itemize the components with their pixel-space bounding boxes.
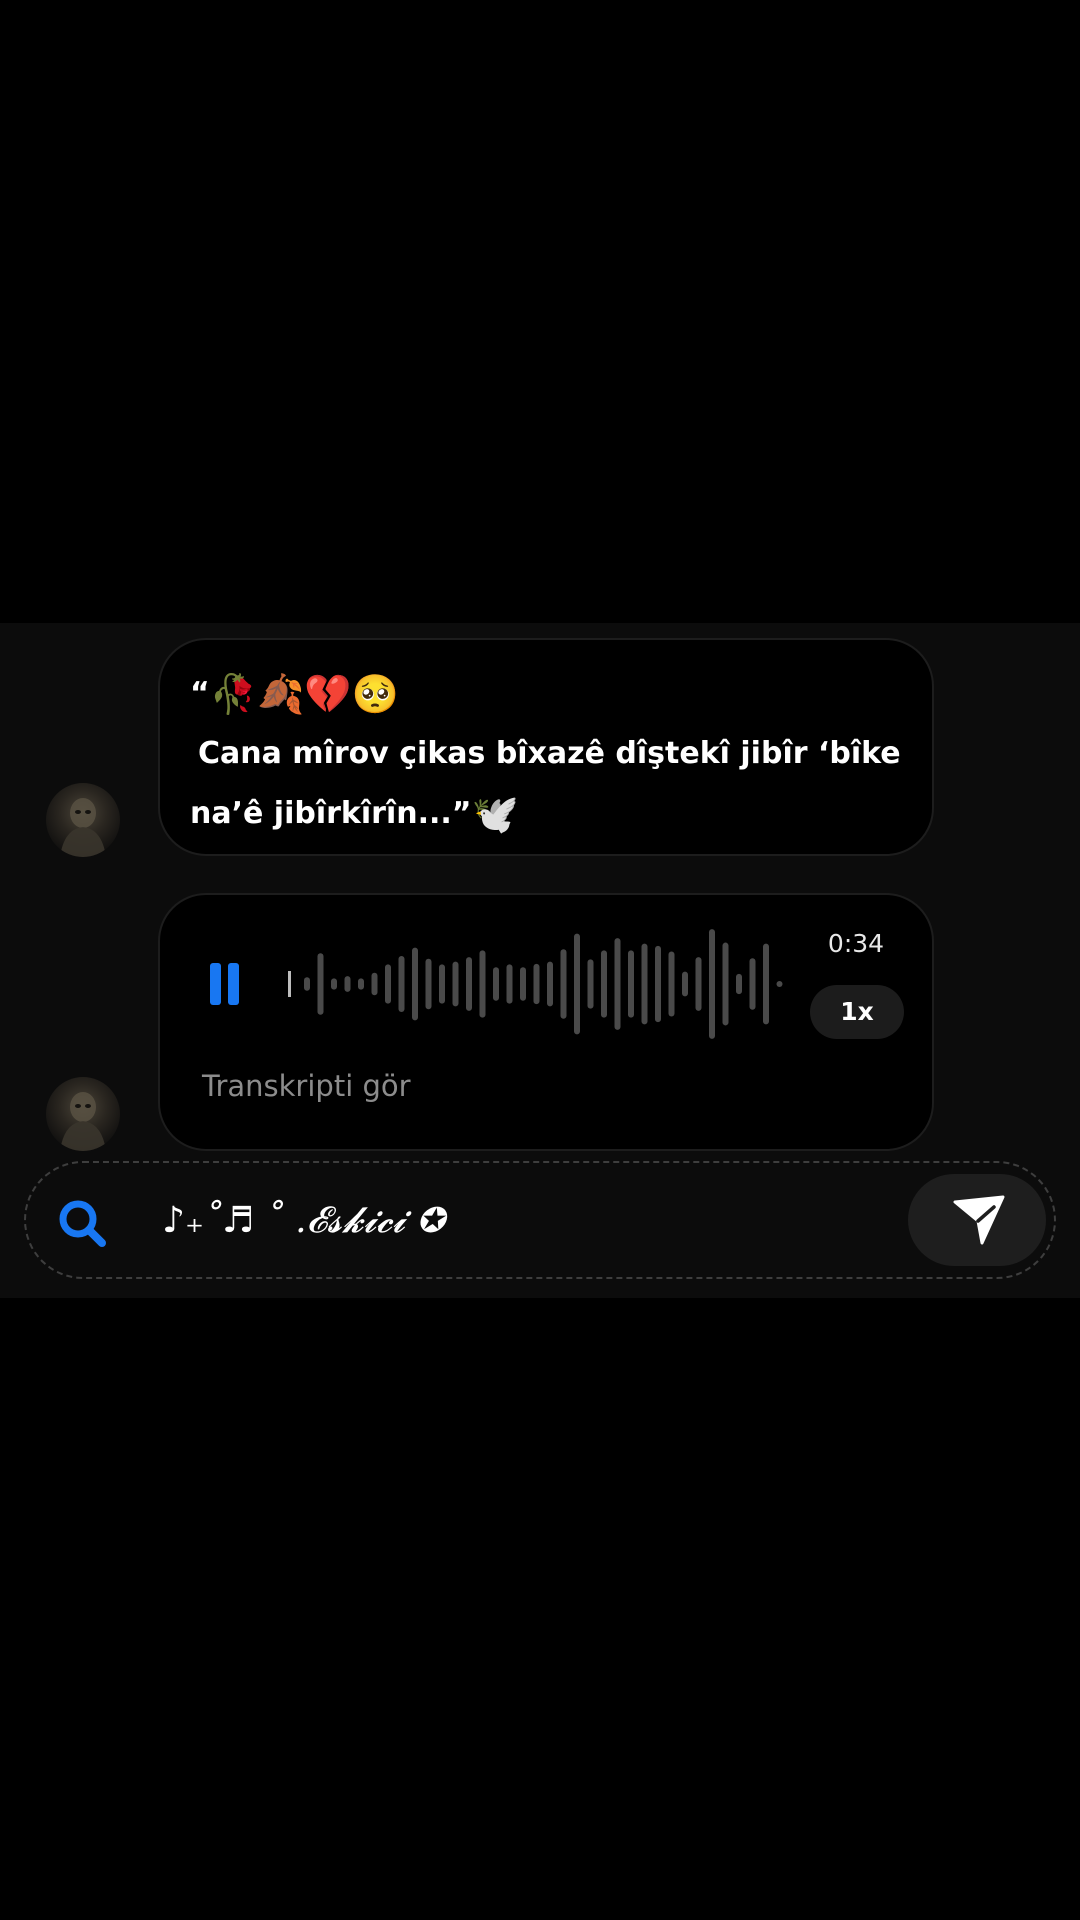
- waveform-bar: [425, 958, 432, 1010]
- waveform-bar: [709, 929, 715, 1039]
- waveform-bar: [614, 938, 621, 1030]
- voice-message-bubble: 0:34 1x Transkripti gör: [158, 893, 934, 1151]
- pause-icon: [210, 963, 221, 1005]
- waveform-bar: [412, 947, 418, 1021]
- waveform-bar: [547, 961, 553, 1007]
- waveform-bar: [776, 981, 783, 987]
- recipient-name: ♪₊˚♬ ˚ .𝓔𝓼𝓴𝓲𝓬𝓲 ✪: [162, 1200, 445, 1241]
- message-line-1: “🥀🍂💔🥺: [190, 664, 902, 724]
- pause-button[interactable]: [208, 959, 244, 1009]
- waveform-bar: [371, 972, 378, 996]
- dove-emoji: 🕊️: [471, 792, 519, 836]
- message-composer: ♪₊˚♬ ˚ .𝓔𝓼𝓴𝓲𝓬𝓲 ✪: [24, 1161, 1056, 1279]
- waveform-bar: [749, 958, 756, 1010]
- waveform-bar: [533, 963, 540, 1005]
- send-icon: [953, 1195, 1005, 1245]
- message-line-3-text: na’ê jibîrkîrîn...”: [190, 796, 472, 831]
- text-message-bubble[interactable]: “🥀🍂💔🥺 Cana mîrov çikas bîxazê dîştekî ji…: [158, 638, 934, 856]
- playback-speed-button[interactable]: 1x: [810, 985, 904, 1039]
- audio-waveform[interactable]: [288, 921, 788, 1047]
- waveform-bar: [736, 973, 742, 995]
- waveform-bar: [722, 942, 729, 1026]
- waveform-bar: [506, 964, 513, 1004]
- pause-icon-bar: [228, 963, 239, 1005]
- waveform-bar: [668, 951, 675, 1017]
- playhead: [288, 971, 291, 997]
- voice-duration: 0:34: [827, 929, 885, 958]
- waveform-bar: [304, 977, 310, 991]
- sender-avatar[interactable]: [46, 783, 120, 857]
- waveform-bar: [385, 964, 391, 1004]
- waveform-bar: [520, 967, 526, 1001]
- waveform-bar: [641, 943, 648, 1025]
- waveform-bar: [655, 945, 661, 1023]
- waveform-bar: [452, 961, 459, 1007]
- waveform-bar: [479, 950, 486, 1018]
- waveform-bar: [587, 959, 594, 1009]
- waveform-bar: [331, 978, 337, 990]
- waveform-bar: [560, 949, 567, 1019]
- waveform-bar: [317, 953, 324, 1015]
- waveform-bar: [344, 976, 351, 992]
- send-button[interactable]: [908, 1174, 1046, 1266]
- waveform-bar: [601, 950, 607, 1018]
- waveform-bar: [439, 964, 445, 1004]
- message-emojis: 🥀🍂💔🥺: [209, 672, 399, 716]
- see-transcript-link[interactable]: Transkripti gör: [202, 1069, 411, 1103]
- waveform-bar: [682, 971, 688, 997]
- search-icon[interactable]: [56, 1197, 108, 1249]
- waveform-bar: [358, 978, 364, 990]
- message-line-3: na’ê jibîrkîrîn...”🕊️: [190, 784, 902, 844]
- waveform-bar: [695, 957, 702, 1011]
- message-quote-mark: “: [190, 676, 210, 711]
- sender-avatar[interactable]: [46, 1077, 120, 1151]
- waveform-bar: [398, 956, 405, 1012]
- waveform-bar: [466, 957, 472, 1011]
- waveform-bar: [763, 943, 769, 1025]
- waveform-bar: [574, 933, 580, 1035]
- waveform-bar: [628, 950, 634, 1018]
- waveform-bar: [493, 967, 499, 1001]
- message-line-2: Cana mîrov çikas bîxazê dîştekî jibîr ‘b…: [198, 736, 901, 771]
